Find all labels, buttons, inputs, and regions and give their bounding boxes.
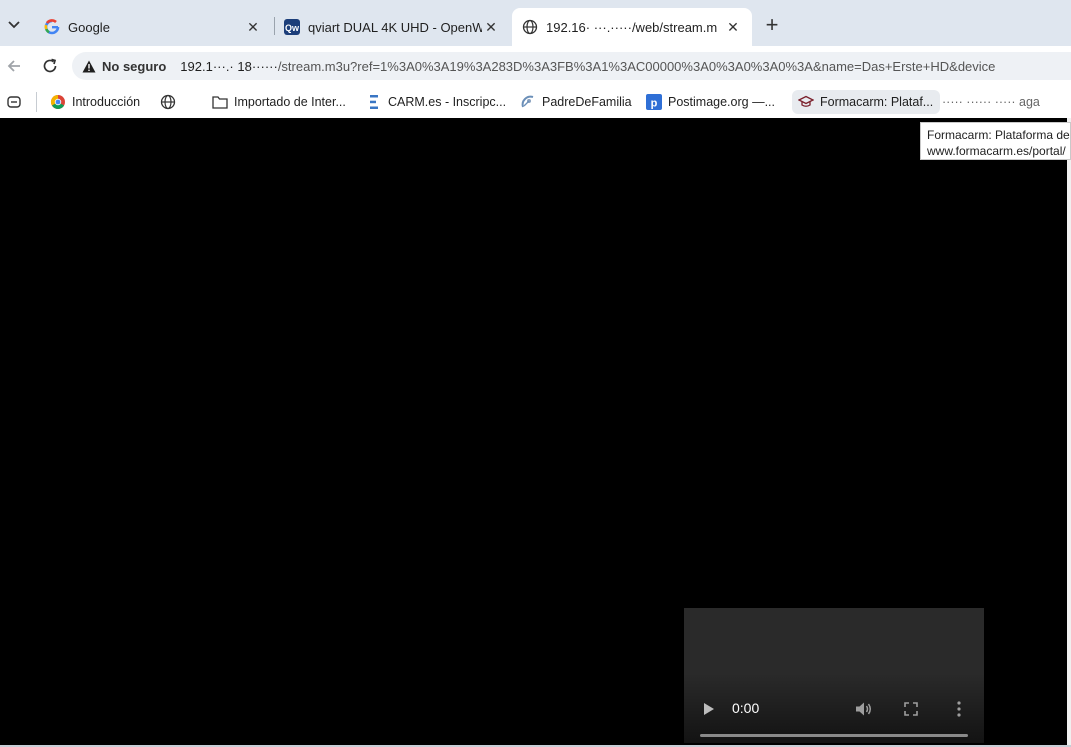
new-tab-button[interactable]: + xyxy=(760,12,784,38)
video-player[interactable]: 0:00 xyxy=(684,608,984,743)
bookmark-label: Importado de Inter... xyxy=(234,95,346,109)
video-current-time: 0:00 xyxy=(732,700,760,716)
page-viewport: 0:00 xyxy=(0,118,1067,745)
video-controls-gradient xyxy=(684,673,984,743)
bookmark-padredefamilia[interactable]: PadreDeFamilia xyxy=(520,90,632,114)
video-progress-bar[interactable] xyxy=(700,734,968,737)
bookmark-label: ····· ······ ····· aga xyxy=(942,95,1040,109)
play-icon xyxy=(704,703,714,715)
fullscreen-button[interactable] xyxy=(902,700,920,718)
security-indicator[interactable]: No seguro xyxy=(102,59,166,74)
bookmark-partial[interactable]: ····· ······ ····· aga xyxy=(942,90,1071,114)
reload-icon xyxy=(43,58,57,73)
bookmarks-bar: Introducción Importado de Inter... CARM.… xyxy=(0,86,1071,118)
reload-button[interactable] xyxy=(38,54,62,78)
chevron-down-icon xyxy=(8,21,20,29)
bookmark-formacarm[interactable]: Formacarm: Plataf... xyxy=(792,90,940,114)
mute-button[interactable] xyxy=(854,700,874,718)
back-button[interactable] xyxy=(2,54,26,78)
window-edge xyxy=(1067,118,1071,745)
tab-title: 192.16· ···.·····/web/stream.m xyxy=(546,19,718,35)
tab-groups-icon xyxy=(6,94,22,110)
close-icon[interactable]: ✕ xyxy=(244,18,262,36)
bookmark-divider xyxy=(36,92,37,112)
tab-title: Google xyxy=(68,19,110,35)
tab-title: qviart DUAL 4K UHD - OpenWebif xyxy=(308,19,482,35)
close-icon[interactable]: ✕ xyxy=(724,18,742,36)
tooltip-title: Formacarm: Plataforma de xyxy=(927,128,1070,142)
plus-icon: + xyxy=(765,12,779,37)
google-g-icon xyxy=(44,19,60,35)
bookmark-label: Introducción xyxy=(72,95,141,109)
volume-icon xyxy=(856,702,871,716)
bookmark-introduccion[interactable]: Introducción xyxy=(50,90,140,114)
bookmark-tooltip: Formacarm: Plataforma de www.formacarm.e… xyxy=(920,122,1071,160)
openwebif-icon: Qw xyxy=(284,19,300,35)
arrow-left-icon xyxy=(7,60,20,72)
bookmark-globe[interactable] xyxy=(160,90,182,114)
svg-text:Qw: Qw xyxy=(285,23,300,33)
play-button[interactable] xyxy=(700,700,718,718)
tab-search-button[interactable] xyxy=(0,8,28,42)
globe-icon xyxy=(522,19,538,35)
url-path: /stream.m3u?ref=1%3A0%3A19%3A283D%3A3FB%… xyxy=(277,58,996,74)
bookmark-label: Postimage.org —... xyxy=(668,95,775,109)
satellite-icon xyxy=(520,94,536,110)
chrome-icon xyxy=(50,94,66,110)
tab-google[interactable]: Google ✕ xyxy=(34,8,272,46)
address-bar[interactable]: No seguro 192.1···.· 18······ /stream.m3… xyxy=(72,52,1071,80)
bookmark-label: CARM.es - Inscripc... xyxy=(388,95,507,109)
bookmark-label: Formacarm: Plataf... xyxy=(820,95,934,109)
url-host: 192.1···.· 18······ xyxy=(180,58,278,74)
folder-icon xyxy=(212,94,228,110)
bookmark-postimage[interactable]: p Postimage.org —... xyxy=(646,90,775,114)
svg-text:p: p xyxy=(651,98,658,110)
fullscreen-icon xyxy=(904,702,918,716)
globe-icon xyxy=(160,94,176,110)
more-vertical-icon xyxy=(957,701,961,717)
tab-openwebif[interactable]: Qw qviart DUAL 4K UHD - OpenWebif ✕ xyxy=(274,8,510,46)
bookmark-carm[interactable]: CARM.es - Inscripc... xyxy=(366,90,506,114)
more-options-button[interactable] xyxy=(950,700,968,718)
tab-groups-button[interactable] xyxy=(6,90,28,114)
carm-icon xyxy=(366,94,382,110)
postimage-icon: p xyxy=(646,94,662,110)
browser-toolbar: No seguro 192.1···.· 18······ /stream.m3… xyxy=(0,46,1071,86)
bookmark-folder-importado[interactable]: Importado de Inter... xyxy=(212,90,346,114)
close-icon[interactable]: ✕ xyxy=(482,18,500,36)
tab-strip: Google ✕ Qw qviart DUAL 4K UHD - OpenWeb… xyxy=(0,0,1071,46)
bookmark-label: PadreDeFamilia xyxy=(542,95,632,109)
graduation-cap-icon xyxy=(798,94,814,110)
warning-icon xyxy=(82,60,96,73)
tooltip-url: www.formacarm.es/portal/ xyxy=(927,144,1066,158)
tab-stream[interactable]: 192.16· ···.·····/web/stream.m ✕ xyxy=(512,8,752,46)
